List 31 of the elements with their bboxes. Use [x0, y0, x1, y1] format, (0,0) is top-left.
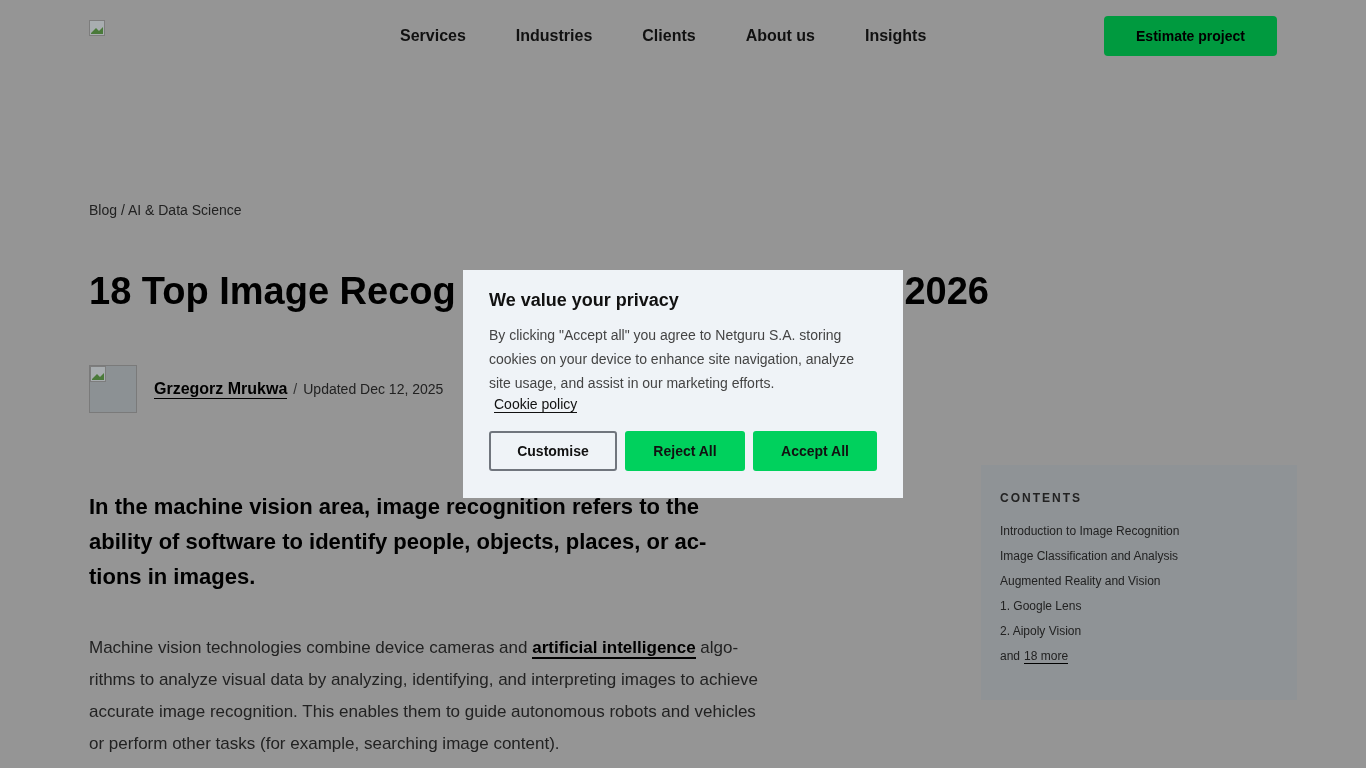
contents-link[interactable]: Introduction to Image Recognition: [1000, 524, 1278, 538]
dialog-text: By clicking "Accept all" you agree to Netguru S.A. storing cookies on your device to enhance site navigation, analyze site usage, and assist in our marketing efforts.: [489, 326, 855, 393]
contents-link[interactable]: 2. Aipoly Vision: [1000, 624, 1278, 638]
customise-button[interactable]: Customise: [489, 431, 617, 471]
artificial-intelligence-link[interactable]: artificial intelligence: [532, 638, 696, 659]
contents-link[interactable]: Augmented Reality and Vision: [1000, 574, 1278, 588]
updated-date: Updated Dec 12, 2025: [303, 381, 444, 397]
broken-image-icon: [89, 20, 105, 36]
author-link[interactable]: Grzegorz Mrukwa: [154, 379, 288, 399]
nav-link[interactable]: About us: [745, 27, 815, 45]
broken-avatar-image: [89, 365, 137, 413]
contents-link[interactable]: 1. Google Lens: [1000, 599, 1278, 613]
nav-link[interactable]: Industries: [515, 27, 593, 45]
breadcrumb: Blog / AI & Data Science: [89, 202, 243, 218]
body-paragraph: Machine vision technologies combine device cameras and artificial intelligence algo-rithms to analyze visual data by analyzing, identifying, and interpreting images to achieve accurate image recognition. This enables them to guide autonomous robots and vehicles or perform other tasks (for example, searching image content).: [89, 637, 760, 755]
more-label: and: [1000, 649, 1021, 663]
consent-button[interactable]: Reject All: [625, 431, 745, 471]
separator: /: [293, 381, 298, 397]
contents-link[interactable]: Image Classification and Analysis: [1000, 549, 1278, 563]
cookie-policy-link[interactable]: Cookie policy: [494, 396, 578, 413]
nav-link[interactable]: Services: [400, 27, 466, 45]
article-title: 18 Top Image Recog: [89, 269, 456, 314]
article-title: 2026: [904, 269, 989, 314]
consent-button[interactable]: Accept All: [753, 431, 877, 471]
estimate-project-button[interactable]: Estimate project: [1104, 16, 1277, 56]
more-link[interactable]: 18 more: [1024, 649, 1069, 664]
nav-link[interactable]: Insights: [865, 27, 927, 45]
dialog-title: We value your privacy: [489, 290, 680, 311]
lead-paragraph: In the machine vision area, image recognition refers to the ability of software to identify people, objects, places, or ac-tions in images.: [89, 493, 708, 591]
contents-heading: CONTENTS: [1000, 491, 1083, 505]
nav-link[interactable]: Clients: [642, 27, 696, 45]
